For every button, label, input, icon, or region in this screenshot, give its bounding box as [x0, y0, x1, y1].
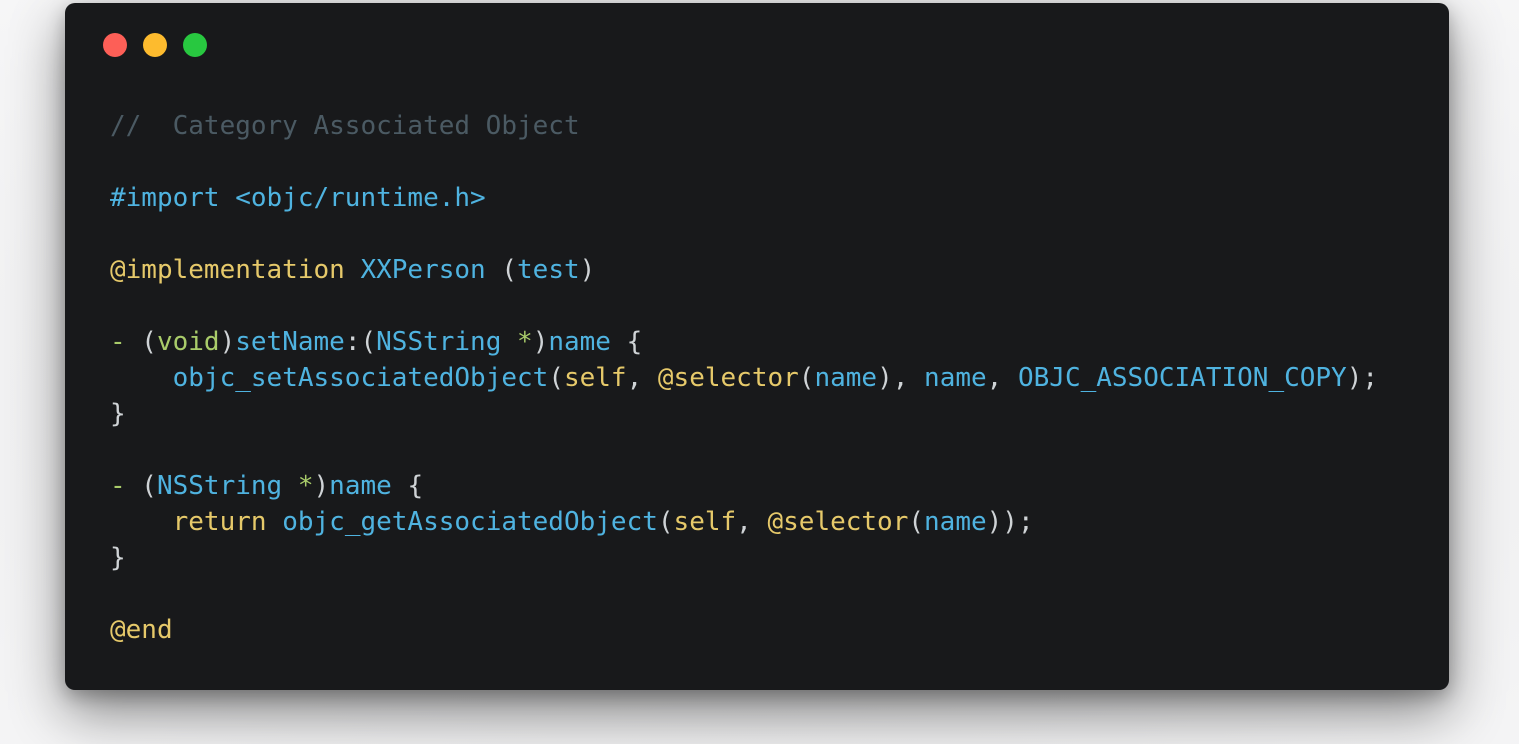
code-token-const: OBJC_ASSOCIATION_COPY: [1017, 363, 1347, 393]
code-token-plain: ,: [626, 363, 658, 393]
code-line: }: [110, 540, 1378, 576]
code-token-plain: ): [532, 327, 549, 357]
code-token-class: NSString: [376, 327, 502, 357]
code-token-method: name: [924, 363, 987, 393]
code-token-plain: ): [313, 471, 330, 501]
minimize-button[interactable]: [143, 33, 167, 57]
code-line: @end: [110, 612, 1378, 648]
code-line: #import <objc/runtime.h>: [110, 180, 1378, 216]
code-token-plain: {: [391, 471, 424, 501]
code-line: objc_setAssociatedObject(self, @selector…: [110, 360, 1378, 396]
code-token-plain: {: [610, 327, 643, 357]
code-token-keyword: return: [172, 507, 267, 537]
zoom-button[interactable]: [183, 33, 207, 57]
code-token-plain: :(: [344, 327, 377, 357]
code-token-plain: ,: [736, 507, 768, 537]
code-token-directive: #import <objc/runtime.h>: [110, 183, 486, 213]
code-line: }: [110, 396, 1378, 432]
code-token-plain: ),: [877, 363, 925, 393]
code-line: - (void)setName:(NSString *)name {: [110, 324, 1378, 360]
code-token-method: objc_getAssociatedObject: [282, 507, 658, 537]
code-token-op: *: [517, 327, 533, 357]
code-token-plain: (: [548, 363, 564, 393]
code-token-type: void: [156, 327, 220, 357]
code-token-plain: ): [219, 327, 236, 357]
code-line: @implementation XXPerson (test): [110, 252, 1378, 288]
code-token-plain: (: [908, 507, 925, 537]
code-token-plain: (: [798, 363, 815, 393]
code-token-plain: ,: [986, 363, 1018, 393]
code-token-plain: (: [657, 507, 674, 537]
code-token-plain: ): [579, 255, 596, 285]
code-token-method: objc_setAssociatedObject: [172, 363, 549, 393]
code-token-class: XXPerson: [360, 255, 486, 285]
code-line: - (NSString *)name {: [110, 468, 1378, 504]
code-token-plain: (: [485, 255, 518, 285]
code-token-class: test: [517, 255, 580, 285]
code-token-class: NSString: [156, 471, 283, 501]
code-token-method: name: [329, 471, 392, 501]
code-token-comment: // Category Associated Object: [110, 111, 580, 141]
code-token-plain: ));: [986, 507, 1034, 537]
code-token-method: name: [814, 363, 878, 393]
code-line: return objc_getAssociatedObject(self, @s…: [110, 504, 1378, 540]
code-token-keyword: @selector: [657, 363, 799, 393]
code-block: // Category Associated Object #import <o…: [110, 108, 1378, 648]
code-token-self: self: [563, 363, 627, 393]
code-token-plain: }: [110, 399, 126, 429]
screenshot-background: // Category Associated Object #import <o…: [0, 0, 1519, 744]
code-token-keyword: @selector: [767, 507, 909, 537]
window-titlebar: [65, 3, 1449, 83]
code-token-keyword: @implementation: [110, 255, 345, 285]
code-token-op: *: [297, 471, 314, 501]
code-token-method: name: [548, 327, 611, 357]
code-line: // Category Associated Object: [110, 108, 1378, 144]
code-window: // Category Associated Object #import <o…: [65, 3, 1449, 690]
code-token-keyword: @end: [110, 615, 173, 645]
code-token-op: -: [110, 327, 126, 357]
code-token-plain: (: [125, 327, 157, 357]
code-token-op: -: [110, 471, 126, 501]
code-token-plain: );: [1346, 363, 1379, 393]
code-token-method: name: [924, 507, 987, 537]
code-token-plain: }: [110, 543, 126, 573]
code-token-method: setName: [235, 327, 345, 357]
close-button[interactable]: [103, 33, 127, 57]
code-token-plain: (: [125, 471, 157, 501]
code-token-self: self: [673, 507, 737, 537]
